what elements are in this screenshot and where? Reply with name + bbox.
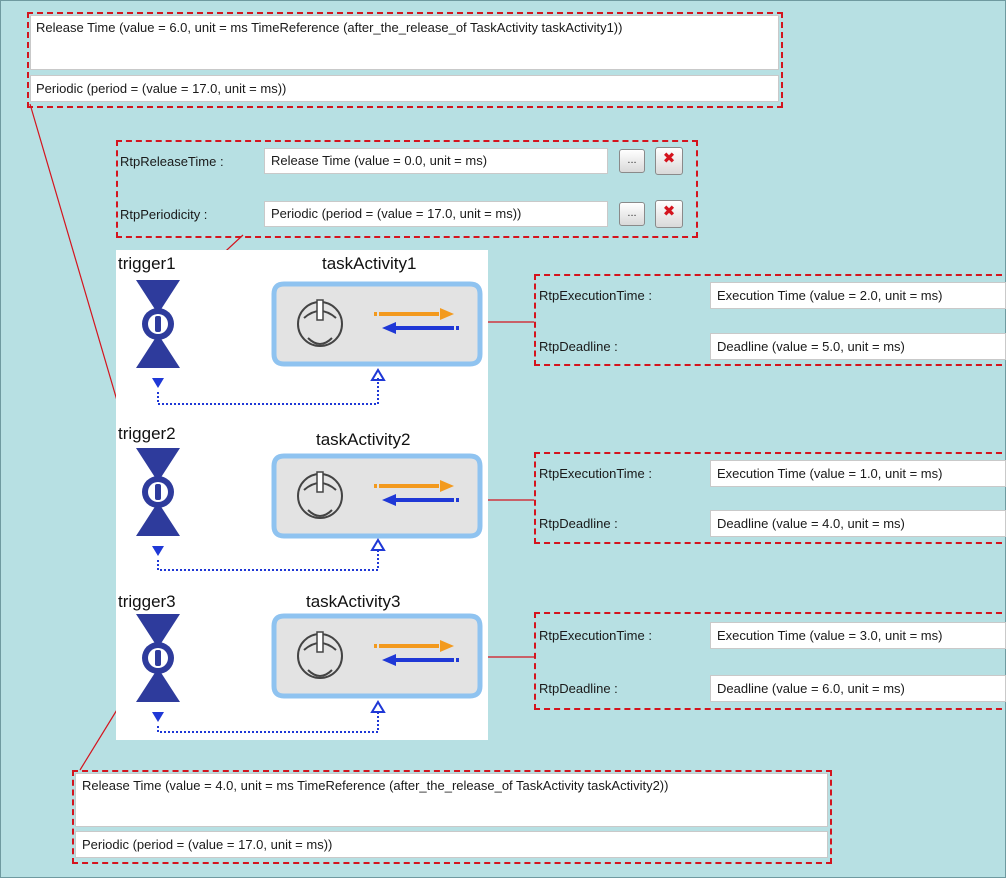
trigger1-icon — [136, 280, 180, 388]
task-activity1-icon — [274, 284, 480, 364]
release-delete-button[interactable]: ✖ — [655, 147, 683, 175]
execution-time-label: RtpExecutionTime : — [539, 288, 652, 303]
release-time-field[interactable]: Release Time (value = 0.0, unit = ms) — [264, 148, 608, 174]
bottom-periodic-text: Periodic (period = (value = 17.0, unit =… — [82, 837, 333, 852]
top-periodic-text: Periodic (period = (value = 17.0, unit =… — [36, 81, 287, 96]
diagram-graphics — [136, 280, 488, 733]
deadline-field[interactable]: Deadline (value = 6.0, unit = ms) — [710, 675, 1006, 702]
top-release-time-text: Release Time (value = 6.0, unit = ms Tim… — [36, 20, 623, 35]
release-browse-button[interactable]: ... — [619, 149, 645, 173]
deadline-field[interactable]: Deadline (value = 5.0, unit = ms) — [710, 333, 1006, 360]
trigger2-icon — [136, 448, 180, 556]
deadline-label: RtpDeadline : — [539, 681, 618, 696]
periodicity-delete-button[interactable]: ✖ — [655, 200, 683, 228]
execution-time-field[interactable]: Execution Time (value = 3.0, unit = ms) — [710, 622, 1006, 649]
periodicity-browse-button[interactable]: ... — [619, 202, 645, 226]
deadline-field[interactable]: Deadline (value = 4.0, unit = ms) — [710, 510, 1006, 537]
release-time-label: RtpReleaseTime : — [120, 154, 224, 169]
periodicity-field[interactable]: Periodic (period = (value = 17.0, unit =… — [264, 201, 608, 227]
periodicity-label: RtpPeriodicity : — [120, 207, 208, 222]
deadline-label: RtpDeadline : — [539, 516, 618, 531]
execution-time-label: RtpExecutionTime : — [539, 466, 652, 481]
execution-time-field[interactable]: Execution Time (value = 2.0, unit = ms) — [710, 282, 1006, 309]
execution-time-field[interactable]: Execution Time (value = 1.0, unit = ms) — [710, 460, 1006, 487]
deadline-label: RtpDeadline : — [539, 339, 618, 354]
execution-time-label: RtpExecutionTime : — [539, 628, 652, 643]
diagram-canvas: trigger1 taskActivity1 trigger2 taskActi… — [116, 250, 488, 740]
task-activity3-icon — [274, 616, 480, 696]
task-activity2-icon — [274, 456, 480, 536]
trigger3-icon — [136, 614, 180, 722]
bottom-release-time-text: Release Time (value = 4.0, unit = ms Tim… — [82, 778, 669, 793]
